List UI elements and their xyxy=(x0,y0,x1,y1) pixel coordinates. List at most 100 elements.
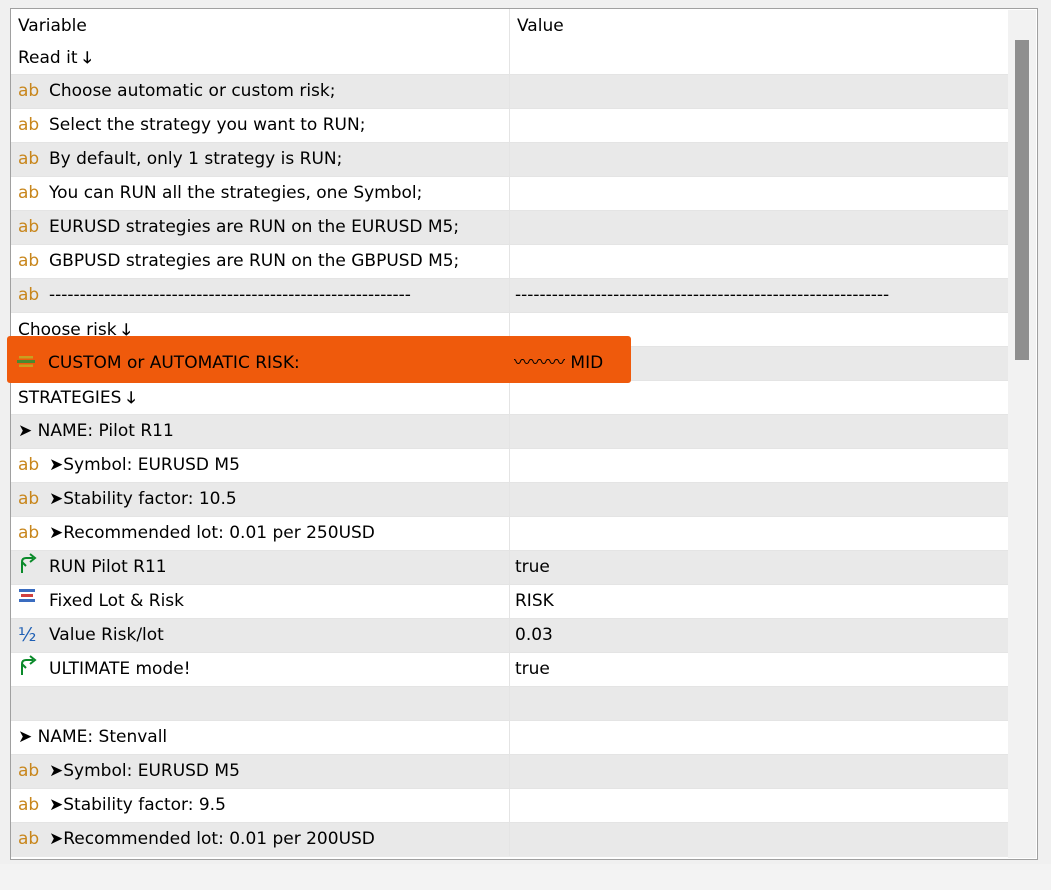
variable-label: ➤ NAME: Pilot R11 xyxy=(18,421,174,441)
table-row[interactable]: ab ➤Stability factor: 9.5 xyxy=(11,789,1008,823)
column-header-value[interactable]: Value xyxy=(509,9,1008,41)
variable-cell[interactable]: ab Select the strategy you want to RUN; xyxy=(11,109,509,142)
value-cell xyxy=(509,75,1008,108)
table-row[interactable]: ULTIMATE mode! true xyxy=(11,653,1008,687)
value-cell xyxy=(509,245,1008,278)
table-row[interactable]: ab EURUSD strategies are RUN on the EURUS… xyxy=(11,211,1008,245)
table-row[interactable]: ab By default, only 1 strategy is RUN; xyxy=(11,143,1008,177)
value-cell xyxy=(509,517,1008,550)
value-cell[interactable]: true xyxy=(509,653,1008,686)
value-cell[interactable]: RISK xyxy=(509,585,1008,618)
scrollbar-thumb[interactable] xyxy=(1015,40,1029,360)
table-row[interactable]: ➤ NAME: Pilot R11 xyxy=(11,415,1008,449)
table-row[interactable]: ½ Value Risk/lot 0.03 xyxy=(11,619,1008,653)
text-param-icon: ab xyxy=(18,523,40,543)
variable-cell[interactable]: ab --------------------------------------… xyxy=(11,279,509,312)
variable-cell[interactable]: ab ➤Recommended lot: 0.01 per 200USD xyxy=(11,823,509,856)
variable-cell[interactable]: STRATEGIES 🡓 xyxy=(11,381,509,414)
table-row[interactable]: ab Select the strategy you want to RUN; xyxy=(11,109,1008,143)
table-row[interactable]: ab ➤Recommended lot: 0.01 per 200USD xyxy=(11,823,1008,857)
value-cell xyxy=(509,483,1008,516)
variable-label: Value Risk/lot xyxy=(49,625,164,645)
text-param-icon: ab xyxy=(18,455,40,475)
value-cell xyxy=(509,823,1008,856)
value-cell xyxy=(509,381,1008,414)
variable-label: ➤Recommended lot: 0.01 per 200USD xyxy=(49,829,375,849)
variable-cell[interactable]: ab GBPUSD strategies are RUN on the GBPUS… xyxy=(11,245,509,278)
table-row[interactable]: ab ➤Symbol: EURUSD M5 xyxy=(11,755,1008,789)
highlighted-value[interactable]: 〰〰〰 MID xyxy=(514,341,603,381)
variable-label: ➤Recommended lot: 0.01 per 250USD xyxy=(49,523,375,543)
variable-cell[interactable]: ➤ NAME: Stenvall xyxy=(11,721,509,754)
text-param-icon: ab xyxy=(18,251,40,271)
table-row[interactable]: ab ➤Symbol: EURUSD M5 xyxy=(11,449,1008,483)
table-row[interactable] xyxy=(11,687,1008,721)
table-row[interactable]: ab You can RUN all the strategies, one Sy… xyxy=(11,177,1008,211)
table-row[interactable]: ab GBPUSD strategies are RUN on the GBPUS… xyxy=(11,245,1008,279)
variable-label: RUN Pilot R11 xyxy=(49,557,167,577)
variable-label: ➤Symbol: EURUSD M5 xyxy=(49,455,240,475)
value-cell[interactable]: ----------------------------------------… xyxy=(509,279,1008,312)
value-cell xyxy=(509,687,1008,720)
table-header: Variable Value xyxy=(11,9,1008,41)
variable-label: STRATEGIES xyxy=(18,388,122,408)
table-row[interactable]: ab ➤Stability factor: 10.5 xyxy=(11,483,1008,517)
table-row[interactable]: ab Choose automatic or custom risk; xyxy=(11,75,1008,109)
bottom-strip xyxy=(0,864,1051,890)
variable-label: By default, only 1 strategy is RUN; xyxy=(49,149,343,169)
value-cell xyxy=(509,109,1008,142)
variable-cell[interactable]: ab By default, only 1 strategy is RUN; xyxy=(11,143,509,176)
table-row[interactable]: ➤ NAME: Stenvall xyxy=(11,721,1008,755)
column-header-variable[interactable]: Variable xyxy=(11,9,509,41)
value-cell xyxy=(509,449,1008,482)
variable-cell[interactable]: Read it 🡓 xyxy=(11,41,509,74)
variable-cell[interactable]: Fixed Lot & Risk xyxy=(11,585,509,618)
variable-label: CUSTOM or AUTOMATIC RISK: xyxy=(48,353,300,373)
value-cell xyxy=(509,789,1008,822)
variable-label: ➤Stability factor: 10.5 xyxy=(49,489,237,509)
variable-cell[interactable]: ab You can RUN all the strategies, one Sy… xyxy=(11,177,509,210)
variable-cell[interactable]: ULTIMATE mode! xyxy=(11,653,509,686)
bool-param-icon xyxy=(18,653,40,686)
variable-cell[interactable]: ab ➤Symbol: EURUSD M5 xyxy=(11,755,509,788)
text-param-icon: ab xyxy=(18,795,40,815)
variable-cell[interactable]: ab ➤Stability factor: 10.5 xyxy=(11,483,509,516)
variable-cell[interactable]: ➤ NAME: Pilot R11 xyxy=(11,415,509,448)
value-text: true xyxy=(515,557,550,577)
variable-cell[interactable]: ab ➤Recommended lot: 0.01 per 250USD xyxy=(11,517,509,550)
table-row[interactable]: RUN Pilot R11 true xyxy=(11,551,1008,585)
variable-label: ➤ NAME: Stenvall xyxy=(18,727,168,747)
highlighted-variable[interactable]: CUSTOM or AUTOMATIC RISK: xyxy=(17,341,300,381)
value-cell xyxy=(509,177,1008,210)
variable-label: Fixed Lot & Risk xyxy=(49,591,184,611)
text-param-icon: ab xyxy=(18,761,40,781)
value-cell[interactable]: 0.03 xyxy=(509,619,1008,652)
text-param-icon: ab xyxy=(18,489,40,509)
variable-label: ➤Symbol: EURUSD M5 xyxy=(49,761,240,781)
table-row[interactable]: ab ➤Recommended lot: 0.01 per 250USD xyxy=(11,517,1008,551)
variable-cell[interactable]: ½ Value Risk/lot xyxy=(11,619,509,652)
enum-param-icon xyxy=(17,341,39,385)
value-cell xyxy=(509,143,1008,176)
variable-cell[interactable]: ab ➤Symbol: EURUSD M5 xyxy=(11,449,509,482)
variable-cell[interactable] xyxy=(11,687,509,720)
variable-cell[interactable]: RUN Pilot R11 xyxy=(11,551,509,584)
arrow-down-icon: 🡓 xyxy=(121,388,136,407)
variable-label: ➤Stability factor: 9.5 xyxy=(49,795,226,815)
text-param-icon: ab xyxy=(18,115,40,135)
value-cell xyxy=(509,41,1008,74)
variable-cell[interactable]: ab EURUSD strategies are RUN on the EURUS… xyxy=(11,211,509,244)
table-row[interactable]: Fixed Lot & Risk RISK xyxy=(11,585,1008,619)
variable-label: You can RUN all the strategies, one Symb… xyxy=(49,183,423,203)
text-param-icon: ab xyxy=(18,183,40,203)
value-cell[interactable]: true xyxy=(509,551,1008,584)
table-row[interactable]: Read it 🡓 xyxy=(11,41,1008,75)
bool-param-icon xyxy=(18,551,40,584)
table-row[interactable]: ab --------------------------------------… xyxy=(11,279,1008,313)
variable-cell[interactable]: ab ➤Stability factor: 9.5 xyxy=(11,789,509,822)
table-row[interactable]: STRATEGIES 🡓 xyxy=(11,381,1008,415)
double-param-icon: ½ xyxy=(18,624,37,646)
text-param-icon: ab xyxy=(18,149,40,169)
variable-label: ULTIMATE mode! xyxy=(49,659,191,679)
variable-cell[interactable]: ab Choose automatic or custom risk; xyxy=(11,75,509,108)
